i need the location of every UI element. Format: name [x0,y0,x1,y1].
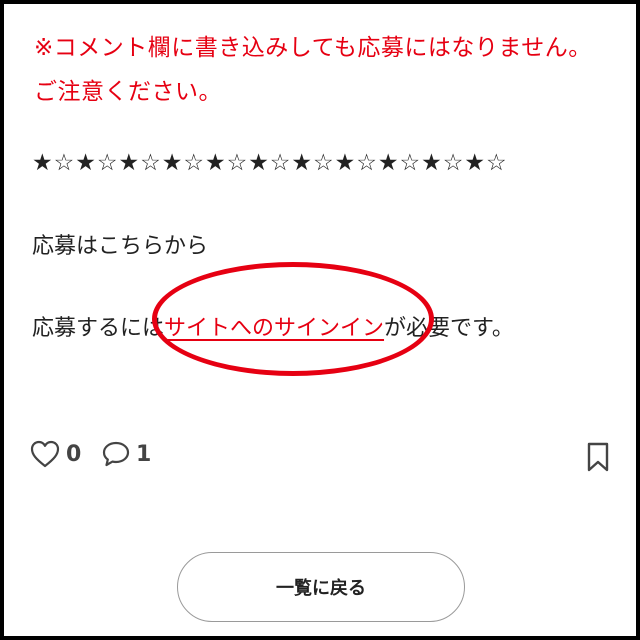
signin-link[interactable]: サイトへのサインイン [164,316,384,341]
back-to-list-button[interactable]: 一覧に戻る [177,552,465,622]
comment-count: 1 [136,441,152,467]
apply-heading: 応募はこちらから [32,234,209,259]
like-button[interactable]: 0 [30,440,81,468]
star-divider: ★☆★☆★☆★☆★☆★☆★☆★☆★☆★☆★☆ [32,150,508,176]
heart-icon [30,440,60,468]
notice-line-1: ※コメント欄に書き込みしても応募にはなりません。 [34,35,592,61]
comment-bubble-icon [102,441,130,467]
bookmark-icon [587,442,609,472]
comment-button[interactable]: 1 [102,440,151,468]
apply-prefix: 応募するには [32,316,165,341]
notice-line-2: ご注意ください。 [34,79,222,105]
post-actions: 0 1 [30,440,610,474]
bookmark-button[interactable] [586,442,610,476]
apply-instruction: 応募するにはサイトへのサインインが必要です。 [32,310,514,342]
like-count: 0 [66,441,82,467]
apply-suffix: が必要です。 [384,316,514,341]
comment-notice: ※コメント欄に書き込みしても応募にはなりません。 ご注意ください。 [34,26,624,114]
